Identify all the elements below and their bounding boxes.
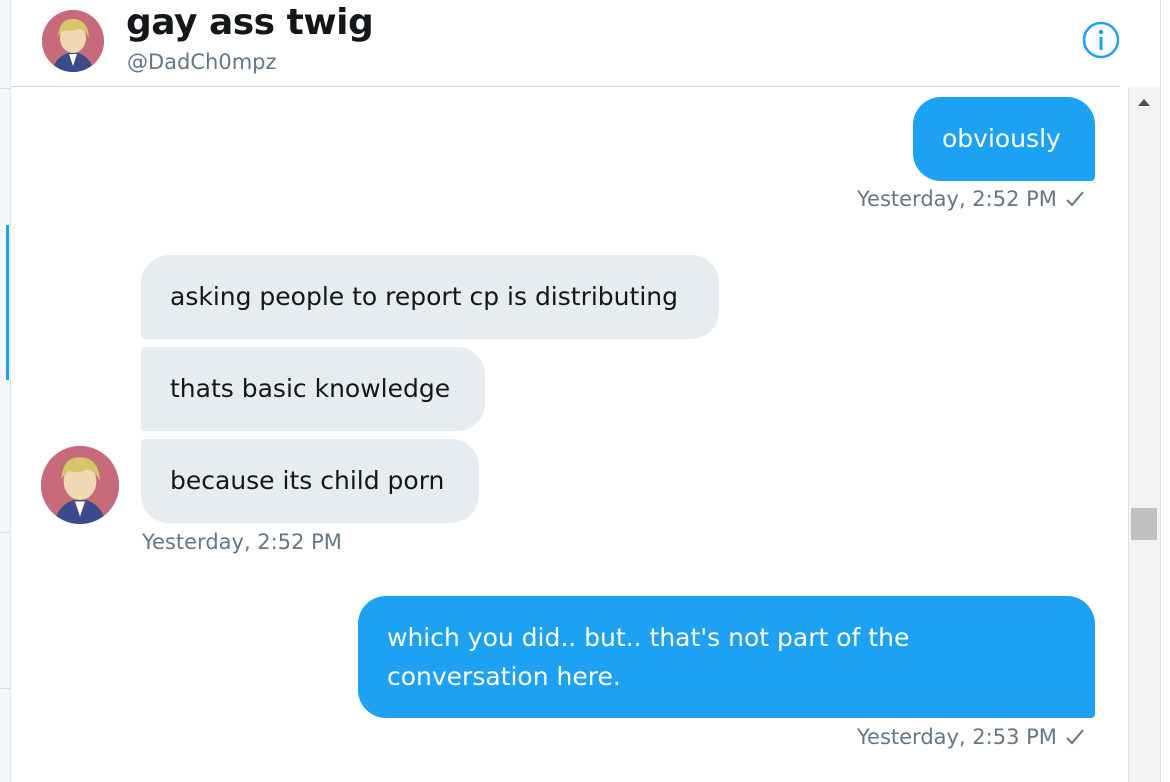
message-text: asking people to report cp is distributi… bbox=[170, 282, 678, 311]
received-message-bubble[interactable]: thats basic knowledge bbox=[141, 347, 485, 431]
divider bbox=[0, 532, 10, 533]
avatar-image bbox=[42, 10, 104, 72]
info-circle-icon[interactable] bbox=[1081, 20, 1121, 60]
message-text-line: conversation here. bbox=[387, 662, 621, 691]
received-message-bubble[interactable]: asking people to report cp is distributi… bbox=[141, 255, 719, 339]
avatar[interactable] bbox=[41, 446, 119, 524]
conversation-header: gay ass twig @DadCh0mpz bbox=[11, 0, 1120, 87]
conversation-handle: @DadCh0mpz bbox=[127, 50, 277, 74]
message-text: obviously bbox=[942, 124, 1061, 153]
message-timestamp: Yesterday, 2:53 PM bbox=[857, 725, 1085, 751]
received-message-bubble[interactable]: because its child porn bbox=[141, 439, 479, 523]
checkmark-icon bbox=[1065, 727, 1085, 751]
checkmark-icon bbox=[1065, 189, 1085, 213]
message-text: because its child porn bbox=[170, 466, 445, 495]
message-text: thats basic knowledge bbox=[170, 374, 451, 403]
avatar-image bbox=[41, 446, 119, 524]
vertical-scrollbar[interactable] bbox=[1128, 87, 1161, 782]
divider bbox=[0, 688, 10, 689]
conversation-display-name[interactable]: gay ass twig bbox=[126, 2, 374, 43]
selected-conversation-indicator bbox=[6, 225, 9, 380]
message-text-line: which you did.. but.. that's not part of… bbox=[387, 623, 910, 652]
sent-message-bubble[interactable]: obviously bbox=[913, 97, 1095, 181]
message-timestamp: Yesterday, 2:52 PM bbox=[142, 530, 342, 554]
message-thread[interactable]: obviously Yesterday, 2:52 PM asking peop… bbox=[11, 87, 1128, 782]
divider bbox=[0, 88, 10, 89]
window-edge bbox=[1160, 0, 1170, 782]
avatar[interactable] bbox=[42, 10, 104, 72]
sent-message-bubble[interactable]: which you did.. but.. that's not part of… bbox=[358, 596, 1095, 718]
message-timestamp: Yesterday, 2:52 PM bbox=[857, 187, 1085, 213]
scroll-up-arrow-icon[interactable] bbox=[1138, 99, 1150, 106]
conversation-list-edge bbox=[0, 0, 11, 782]
scrollbar-thumb[interactable] bbox=[1131, 508, 1157, 540]
